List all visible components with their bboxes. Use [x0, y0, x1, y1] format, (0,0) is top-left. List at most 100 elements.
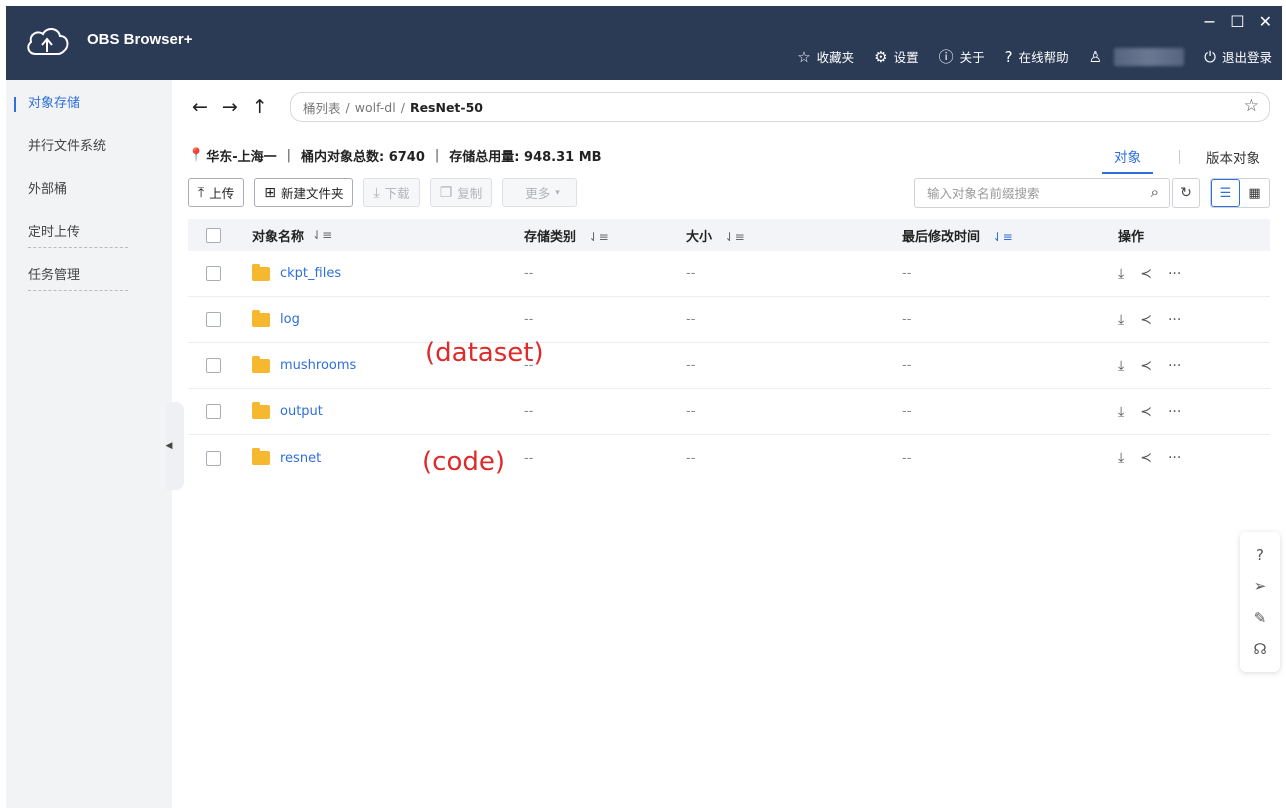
- row-checkbox[interactable]: [205, 312, 221, 327]
- share-icon[interactable]: ≺: [1140, 358, 1152, 374]
- download-icon[interactable]: ⤓: [1118, 312, 1124, 328]
- folder-name[interactable]: resnet: [280, 451, 321, 466]
- header-name[interactable]: 对象名称 ⇃≡: [238, 226, 524, 245]
- new-folder-icon: ⊞: [264, 184, 276, 201]
- close-icon[interactable]: ✕: [1259, 12, 1272, 31]
- download-icon[interactable]: ⤓: [1118, 266, 1124, 282]
- tab-versions[interactable]: 版本对象: [1206, 147, 1260, 173]
- sort-icon[interactable]: ⇃≡: [589, 230, 609, 244]
- sidebar-item-object-storage[interactable]: 对象存储: [6, 86, 172, 129]
- about-menu[interactable]: ⓘ 关于: [939, 46, 985, 67]
- search-icon[interactable]: ⌕: [1151, 183, 1159, 201]
- folder-icon: [252, 309, 270, 327]
- table-row[interactable]: resnet (code) -- -- -- ⤓ ≺ ···: [188, 435, 1270, 481]
- more-options-icon[interactable]: ···: [1168, 450, 1181, 466]
- breadcrumb-root[interactable]: 桶列表: [303, 98, 341, 117]
- breadcrumb-bucket[interactable]: wolf-dl: [355, 100, 396, 115]
- maximize-icon[interactable]: ☐: [1230, 12, 1244, 31]
- grid-view-icon[interactable]: ▦: [1240, 179, 1269, 207]
- row-checkbox[interactable]: [205, 358, 221, 373]
- header-storage-class[interactable]: 存储类别 ⇃≡: [524, 226, 686, 245]
- headset-icon[interactable]: ☊: [1253, 640, 1266, 658]
- select-all-checkbox[interactable]: [205, 227, 221, 243]
- header-modified[interactable]: 最后修改时间 ⇃≡: [902, 226, 1118, 245]
- help-circle-icon: ?: [1004, 47, 1013, 66]
- download-icon[interactable]: ⤓: [1118, 450, 1124, 466]
- favorite-star-icon[interactable]: ☆: [1244, 96, 1259, 116]
- up-arrow-icon[interactable]: ↑: [252, 96, 268, 118]
- breadcrumb[interactable]: 桶列表 / wolf-dl / ResNet-50 ☆: [290, 92, 1270, 122]
- top-menu: ☆ 收藏夹 ⚙ 设置 ⓘ 关于 ? 在线帮助 ♙ ⏻ 退出登录: [781, 46, 1272, 67]
- view-tabs: 对象 版本对象: [1102, 146, 1260, 174]
- sidebar-item-external-bucket[interactable]: 外部桶: [6, 172, 172, 215]
- copy-icon: ❐: [439, 184, 453, 201]
- sidebar-item-scheduled-upload[interactable]: 定时上传: [6, 215, 172, 258]
- download-icon[interactable]: ⤓: [1118, 358, 1124, 374]
- folder-name[interactable]: output: [280, 404, 323, 419]
- sort-active-icon[interactable]: ⇃≡: [993, 230, 1013, 244]
- edit-icon[interactable]: ✎: [1254, 609, 1267, 627]
- download-icon[interactable]: ⤓: [1118, 404, 1124, 420]
- new-folder-button[interactable]: ⊞ 新建文件夹: [254, 178, 354, 207]
- folder-name[interactable]: log: [280, 312, 300, 327]
- share-icon[interactable]: ≺: [1140, 404, 1152, 420]
- copy-button[interactable]: ❐ 复制: [429, 178, 493, 207]
- app-title: OBS Browser+: [87, 31, 193, 48]
- help-menu[interactable]: ? 在线帮助: [1005, 47, 1069, 66]
- favorites-label: 收藏夹: [816, 50, 855, 65]
- folder-icon: [252, 355, 270, 373]
- minimize-icon[interactable]: −: [1203, 12, 1216, 31]
- more-options-icon[interactable]: ···: [1168, 358, 1181, 374]
- back-arrow-icon[interactable]: ←: [192, 96, 208, 118]
- user-icon: ♙: [1088, 47, 1103, 66]
- chevron-down-icon: ▾: [555, 187, 560, 198]
- star-icon: ☆: [797, 47, 811, 66]
- gear-icon: ⚙: [874, 47, 888, 66]
- header-size-label: 大小: [686, 229, 713, 245]
- size-cell: --: [686, 450, 696, 466]
- folder-icon: [252, 263, 270, 281]
- more-options-icon[interactable]: ···: [1168, 266, 1181, 282]
- more-button[interactable]: 更多 ▾: [502, 178, 577, 207]
- more-options-icon[interactable]: ···: [1168, 404, 1181, 420]
- table-row[interactable]: output -- -- -- ⤓ ≺ ···: [188, 389, 1270, 435]
- row-checkbox[interactable]: [205, 266, 221, 281]
- share-icon[interactable]: ≺: [1140, 266, 1152, 282]
- row-checkbox[interactable]: [205, 404, 221, 419]
- sidebar-item-task-management[interactable]: 任务管理: [6, 258, 172, 301]
- sidebar-item-parallel-fs[interactable]: 并行文件系统: [6, 129, 172, 172]
- sort-icon[interactable]: ⇃≡: [725, 230, 745, 244]
- send-icon[interactable]: ➢: [1254, 577, 1267, 595]
- logout-menu[interactable]: ⏻ 退出登录: [1204, 47, 1272, 66]
- download-button[interactable]: ⤓ 下载: [363, 178, 420, 207]
- header-ops: 操作: [1118, 226, 1270, 245]
- user-menu[interactable]: ♙: [1088, 47, 1185, 66]
- download-icon: ⤓: [373, 184, 380, 201]
- tab-objects[interactable]: 对象: [1102, 146, 1153, 174]
- sort-icon[interactable]: ⇃≡: [312, 228, 332, 242]
- toolbar: ⤒ 上传 ⊞ 新建文件夹 ⤓ 下载 ❐ 复制 更多 ▾: [188, 178, 577, 207]
- list-view-icon[interactable]: ☰: [1211, 179, 1240, 207]
- more-options-icon[interactable]: ···: [1168, 312, 1181, 328]
- download-label: 下载: [384, 186, 410, 201]
- header-size[interactable]: 大小 ⇃≡: [686, 226, 902, 245]
- search-input[interactable]: [927, 185, 1127, 201]
- breadcrumb-separator: /: [400, 99, 405, 115]
- folder-name[interactable]: mushrooms: [280, 358, 356, 373]
- table-row[interactable]: mushrooms (dataset) -- -- -- ⤓ ≺ ···: [188, 338, 1270, 389]
- folder-name[interactable]: ckpt_files: [280, 266, 341, 281]
- settings-menu[interactable]: ⚙ 设置: [874, 47, 918, 66]
- share-icon[interactable]: ≺: [1140, 450, 1152, 466]
- table-row[interactable]: log -- -- -- ⤓ ≺ ···: [188, 297, 1270, 343]
- table-row[interactable]: ckpt_files -- -- -- ⤓ ≺ ···: [188, 251, 1270, 297]
- storage-class-cell: --: [524, 358, 534, 373]
- share-icon[interactable]: ≺: [1140, 312, 1152, 328]
- help-circle-icon[interactable]: ?: [1256, 546, 1264, 564]
- forward-arrow-icon[interactable]: →: [222, 96, 238, 118]
- favorites-menu[interactable]: ☆ 收藏夹: [797, 47, 854, 66]
- refresh-button[interactable]: ↻: [1172, 178, 1200, 208]
- upload-button[interactable]: ⤒ 上传: [188, 178, 245, 207]
- sidebar-collapse-handle[interactable]: ◀: [166, 402, 184, 490]
- row-checkbox[interactable]: [205, 450, 221, 466]
- search-box: ⌕: [914, 178, 1170, 208]
